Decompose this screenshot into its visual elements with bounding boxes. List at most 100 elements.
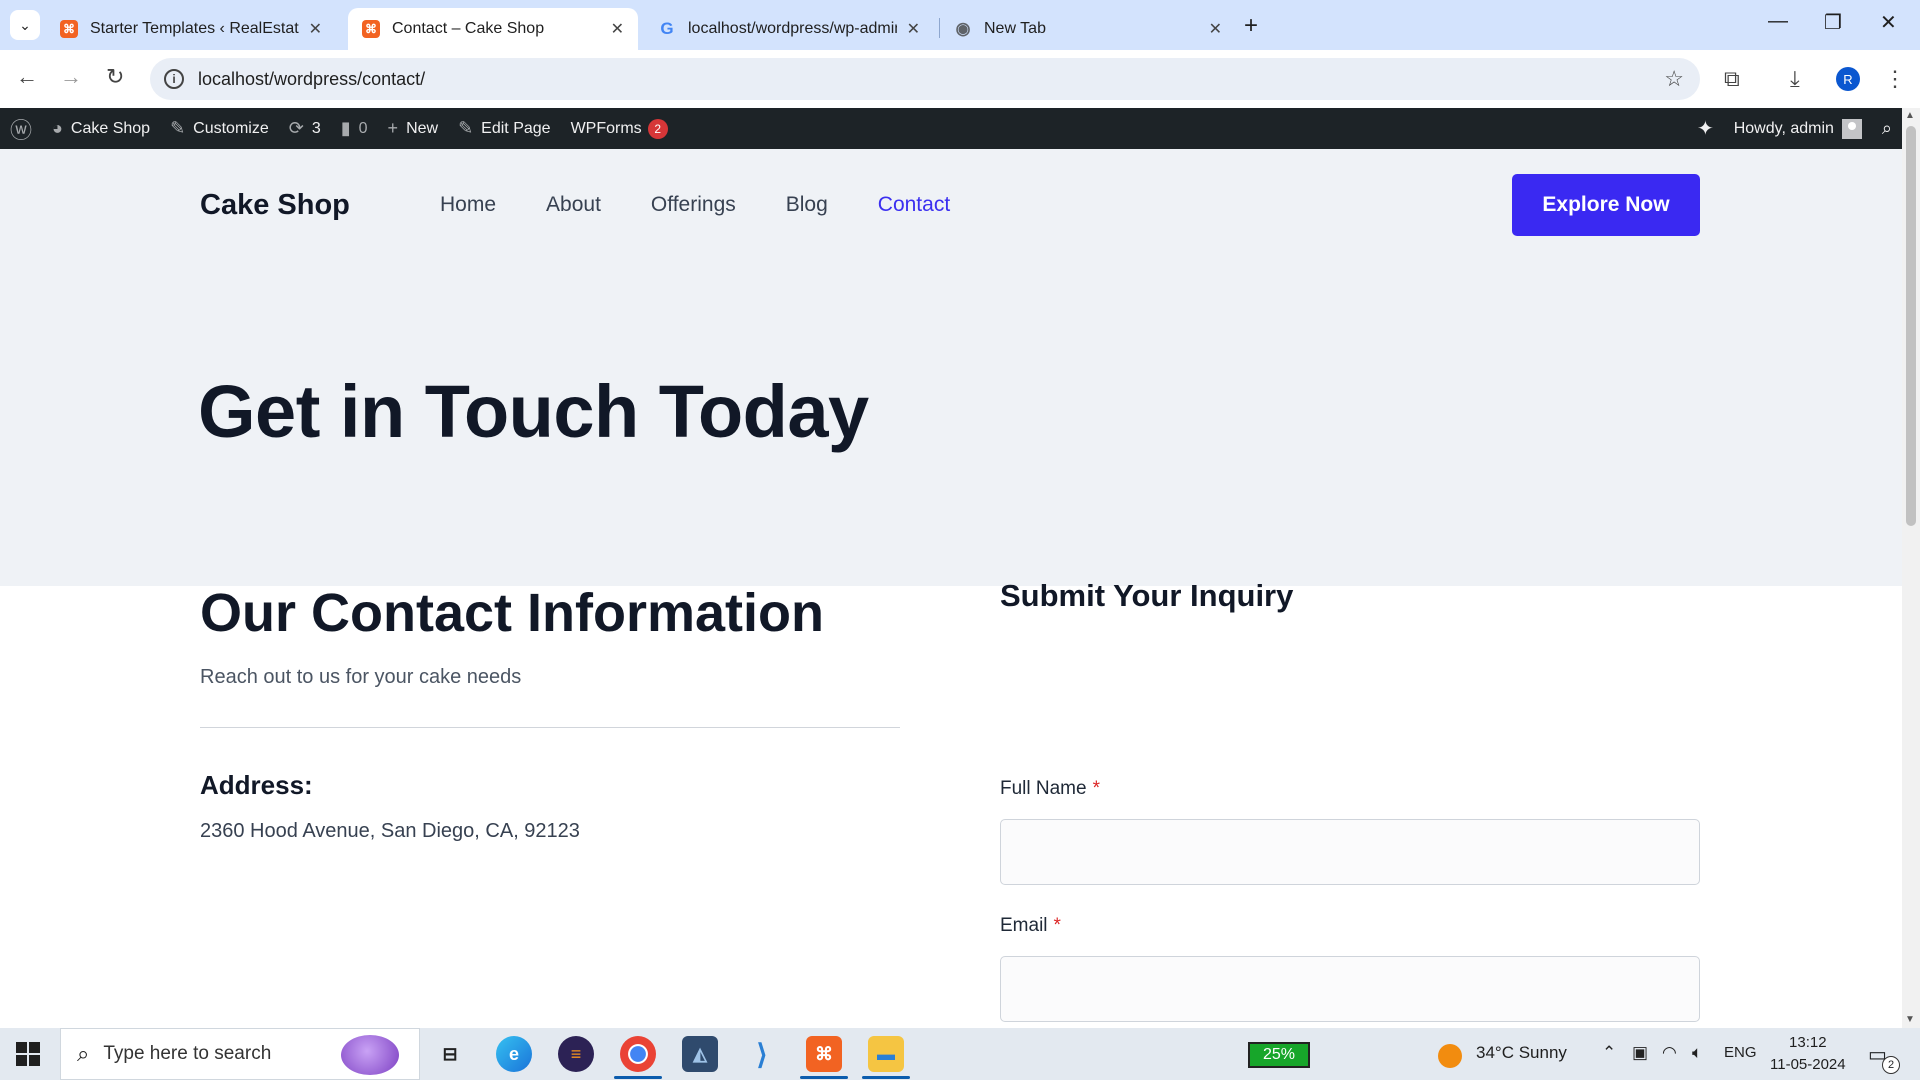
battery-indicator[interactable]: 25% [1248,1042,1310,1068]
tab-contact-cake-shop[interactable]: ⌘ Contact – Cake Shop ✕ [348,8,638,50]
ai-sparkle-icon[interactable]: ✦ [1687,108,1724,149]
bookmark-star-icon[interactable]: ☆ [1664,66,1684,92]
nav-blog[interactable]: Blog [786,193,828,217]
tab-title: New Tab [984,20,1046,37]
admin-bar-site-name[interactable]: ◕ Cake Shop [42,108,160,149]
download-icon[interactable]: ⤓ [1790,66,1800,92]
search-highlight-icon [341,1035,399,1075]
windows-start-icon[interactable] [16,1042,40,1066]
nav-about[interactable]: About [546,193,601,217]
taskbar-search-placeholder: Type here to search [103,1043,272,1064]
email-label-text: Email [1000,915,1048,936]
wifi-icon[interactable]: ◠ [1662,1043,1677,1063]
email-input[interactable] [1000,956,1700,1022]
admin-bar-wpforms[interactable]: WPForms 2 [561,108,678,149]
chrome-icon: ◉ [955,19,971,38]
window-close-icon[interactable]: ✕ [1880,10,1897,35]
vscode-icon[interactable]: ⟩ [744,1036,780,1072]
wpforms-label: WPForms [570,119,642,137]
updates-icon: ⟳ [288,118,304,138]
wpforms-badge: 2 [647,118,668,139]
chrome-taskbar-icon[interactable] [620,1036,656,1072]
scroll-up-icon[interactable]: ▲ [1905,110,1915,121]
url-text[interactable]: localhost/wordpress/contact/ [198,69,1664,90]
profile-avatar[interactable]: R [1836,67,1860,91]
tab-title: Contact – Cake Shop [392,20,545,37]
eclipse-icon[interactable]: ≡ [558,1036,594,1072]
language-indicator[interactable]: ENG [1724,1044,1757,1061]
email-label: Email * [1000,915,1061,937]
close-icon[interactable]: ✕ [611,19,624,39]
screen: ⌄ ⌘ Starter Templates ‹ RealEstate-E ✕ ⌘… [0,0,1920,1080]
browser-menu-icon[interactable]: ⋮ [1884,66,1906,92]
page-scrollbar[interactable]: ▲ ▼ [1902,108,1920,1028]
admin-bar-comments[interactable]: ▮ 0 [331,108,378,149]
tab-title: Starter Templates ‹ RealEstate-E [90,20,299,37]
admin-bar-new[interactable]: + New [378,108,449,149]
clock-date: 11-05-2024 [1770,1056,1846,1073]
tab-wp-admin[interactable]: G localhost/wordpress/wp-admin ✕ [644,8,934,50]
admin-bar-updates[interactable]: ⟳ 3 [279,108,331,149]
nav-offerings[interactable]: Offerings [651,193,736,217]
system-clock[interactable]: 13:12 11-05-2024 [1770,1032,1846,1076]
scroll-down-icon[interactable]: ▼ [1905,1014,1915,1025]
xampp-taskbar-icon[interactable]: ⌘ [806,1036,842,1072]
volume-icon[interactable]: 🔈︎ [1692,1043,1702,1063]
full-name-input[interactable] [1000,819,1700,885]
task-view-icon[interactable]: ⊟ [432,1036,468,1072]
edit-page-label: Edit Page [481,119,551,137]
nav-home[interactable]: Home [440,193,496,217]
active-app-indicator [614,1076,662,1079]
dashboard-icon: ◕ [52,118,63,138]
close-icon[interactable]: ✕ [907,19,920,39]
forward-icon[interactable]: → [60,64,82,90]
active-app-indicator [862,1076,910,1079]
edge-icon[interactable]: e [496,1036,532,1072]
taskbar-search-box[interactable]: ⌕ Type here to search [60,1028,420,1080]
tab-search-button[interactable]: ⌄ [10,10,40,40]
restore-icon[interactable]: ❐ [1824,10,1842,35]
comment-icon: ▮ [340,118,351,138]
mysql-workbench-icon[interactable]: ◭ [682,1036,718,1072]
minimize-icon[interactable]: — [1768,10,1788,33]
file-explorer-icon[interactable]: ▬ [868,1036,904,1072]
site-info-icon[interactable]: i [164,69,184,89]
full-name-label: Full Name * [1000,778,1100,800]
section-divider [200,727,900,728]
active-app-indicator [800,1076,848,1079]
show-hidden-icons-icon[interactable]: ⌃ [1602,1043,1616,1063]
back-icon[interactable]: ← [16,64,38,90]
wp-admin-bar: ⓦ ◕ Cake Shop ✎ Customize ⟳ 3 ▮ 0 + New ✎ Edit… [0,108,1902,149]
inquiry-form-title: Submit Your Inquiry [1000,578,1294,613]
address-label: Address: [200,770,313,800]
xampp-icon: ⌘ [362,20,380,38]
xampp-icon: ⌘ [60,20,78,38]
extensions-icon[interactable]: ⧉ [1724,66,1740,92]
scroll-thumb[interactable] [1906,126,1916,526]
new-tab-button[interactable]: + [1244,12,1258,40]
weather-text[interactable]: 34°C Sunny [1476,1043,1567,1063]
new-label: New [406,119,439,137]
weather-sun-icon[interactable] [1438,1044,1462,1068]
close-icon[interactable]: ✕ [1209,19,1222,39]
required-mark: * [1053,915,1061,936]
admin-bar-edit-page[interactable]: ✎ Edit Page [448,108,560,149]
nav-contact[interactable]: Contact [878,193,950,217]
tab-new-tab[interactable]: ◉ New Tab ✕ [940,8,1236,50]
admin-bar-search-icon[interactable]: ⌕ [1872,108,1902,149]
windows-taskbar: ⌕ Type here to search ⊟ e ≡ ◭ ⟩ ⌘ ▬ 25% … [0,1028,1920,1080]
tab-starter-templates[interactable]: ⌘ Starter Templates ‹ RealEstate-E ✕ [46,8,336,50]
explore-now-button[interactable]: Explore Now [1512,174,1700,236]
close-icon[interactable]: ✕ [309,19,322,39]
customize-label: Customize [193,119,269,137]
meet-now-icon[interactable]: ▣ [1632,1043,1648,1063]
address-bar[interactable]: i localhost/wordpress/contact/ ☆ [150,58,1700,100]
wordpress-logo-icon[interactable]: ⓦ [0,108,42,149]
plus-icon: + [387,118,399,138]
admin-bar-customize[interactable]: ✎ Customize [160,108,279,149]
pencil-icon: ✎ [458,118,474,138]
admin-bar-account[interactable]: Howdy, admin [1724,108,1872,149]
full-name-label-text: Full Name [1000,778,1087,799]
reload-icon[interactable]: ↻ [106,64,124,90]
site-logo[interactable]: Cake Shop [200,189,350,222]
